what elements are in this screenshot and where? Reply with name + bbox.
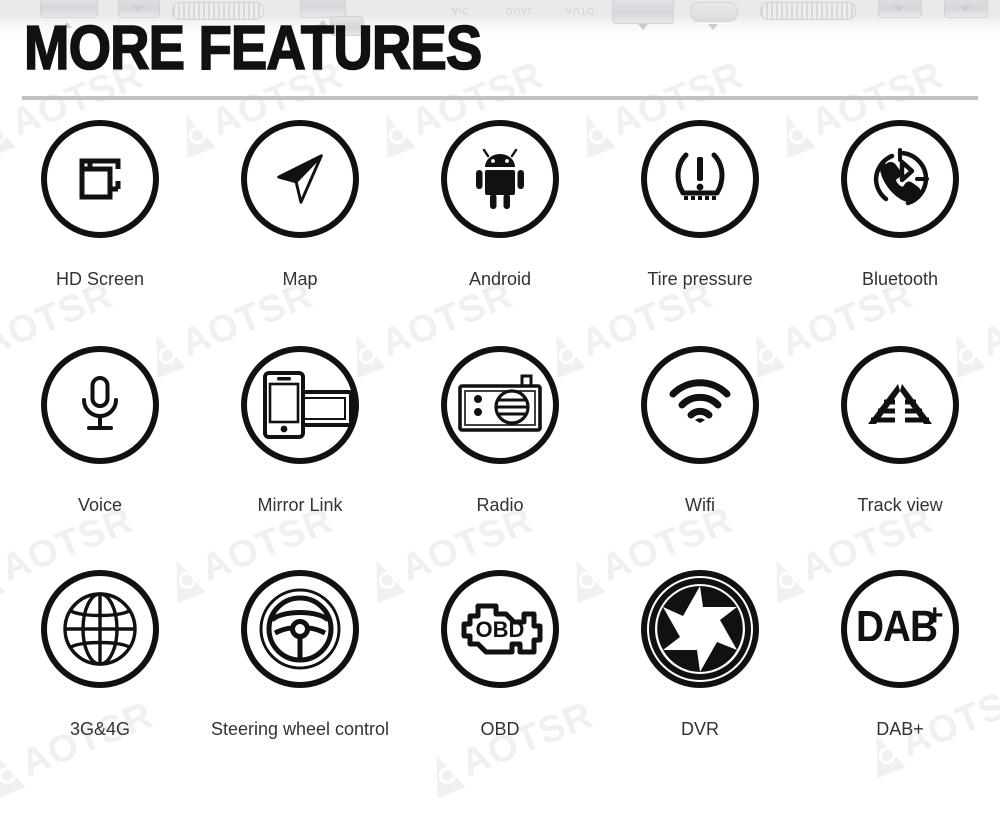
feature-item-track-view[interactable]: Track view — [800, 342, 1000, 566]
feature-item-android[interactable]: Android — [400, 118, 600, 342]
feature-item-dab-plus[interactable]: DAB + DAB+ — [800, 566, 1000, 796]
feature-item-radio[interactable]: Radio — [400, 342, 600, 566]
dash-caret-icon — [708, 24, 718, 30]
dash-button — [612, 0, 674, 24]
feature-label: 3G&4G — [69, 719, 131, 739]
feature-item-bluetooth[interactable]: Bluetooth — [800, 118, 1000, 342]
wifi-icon — [669, 379, 731, 423]
feature-icon-circle — [841, 120, 959, 238]
feature-label: DAB+ — [876, 719, 924, 739]
feature-item-voice[interactable]: Voice — [0, 342, 200, 566]
feature-icon-circle — [41, 346, 159, 464]
feature-row: Voice Mirror Link Radio Wifi Track view — [0, 342, 1000, 566]
feature-label: HD Screen — [55, 269, 145, 289]
feature-item-mirror-link[interactable]: Mirror Link — [200, 342, 400, 566]
obd-engine-icon: OBD — [461, 603, 543, 655]
feature-icon-circle — [841, 346, 959, 464]
navigation-arrow-icon — [277, 154, 323, 204]
dash-vent — [760, 2, 856, 20]
feature-row: 3G&4G Steering wheel control OBD OBD DVR… — [0, 566, 1000, 796]
feature-icon-circle — [441, 346, 559, 464]
feature-icon-circle — [441, 120, 559, 238]
feature-item-map[interactable]: Map — [200, 118, 400, 342]
feature-label: Radio — [476, 495, 524, 515]
feature-icon-circle — [641, 346, 759, 464]
feature-icon-circle — [641, 570, 759, 688]
feature-label: Android — [468, 269, 532, 289]
globe-icon — [63, 592, 137, 666]
dash-caret-icon — [133, 6, 143, 12]
radio-icon — [458, 374, 542, 432]
camera-shutter-icon — [649, 578, 751, 680]
dash-caret-icon — [894, 6, 904, 12]
feature-icon-circle: DAB + — [841, 570, 959, 688]
feature-row: HD Screen Map Android Tire pressure Blue… — [0, 118, 1000, 342]
feature-grid: HD Screen Map Android Tire pressure Blue… — [0, 118, 1000, 796]
feature-label: Track view — [857, 495, 943, 515]
page-root: A/C DUAL AUTO AOTSR AOTSR AOTSR AOTSR AO… — [0, 0, 1000, 832]
feature-icon-circle: OBD — [441, 570, 559, 688]
feature-item-obd[interactable]: OBD OBD — [400, 566, 600, 796]
svg-text:OBD: OBD — [476, 617, 525, 642]
svg-text:+: + — [926, 599, 944, 632]
feature-item-3g4g[interactable]: 3G&4G — [0, 566, 200, 796]
feature-item-dvr[interactable]: DVR — [600, 566, 800, 796]
dash-caret-icon — [638, 24, 648, 30]
dab-plus-icon: DAB + — [856, 599, 943, 651]
feature-label: Wifi — [685, 495, 715, 515]
dash-label-auto: AUTO — [566, 6, 595, 16]
dash-volume-pill — [690, 2, 738, 22]
feature-label: Voice — [77, 495, 123, 515]
feature-item-steering-wheel-control[interactable]: Steering wheel control — [200, 566, 400, 796]
tire-pressure-icon — [675, 152, 725, 200]
feature-item-wifi[interactable]: Wifi — [600, 342, 800, 566]
feature-label: DVR — [680, 719, 719, 739]
feature-item-hd-screen[interactable]: HD Screen — [0, 118, 200, 342]
feature-label: Bluetooth — [861, 269, 939, 289]
dash-caret-icon — [960, 6, 970, 12]
feature-icon-circle — [241, 120, 359, 238]
feature-label: Map — [282, 269, 318, 289]
microphone-icon — [82, 376, 118, 430]
feature-label: OBD — [480, 719, 520, 739]
feature-icon-circle — [41, 570, 159, 688]
hd-screen-icon — [79, 158, 121, 200]
page-title: MORE FEATURES — [23, 14, 483, 83]
feature-icon-circle — [641, 120, 759, 238]
steering-wheel-icon — [259, 588, 341, 670]
dash-label-dual: DUAL — [506, 6, 535, 16]
parking-track-icon — [868, 384, 932, 424]
header-divider — [22, 96, 978, 100]
phone-monitor-icon — [263, 371, 353, 439]
feature-label: Steering wheel control — [210, 719, 390, 739]
android-robot-icon — [476, 148, 524, 209]
feature-item-tire-pressure[interactable]: Tire pressure — [600, 118, 800, 342]
feature-label: Mirror Link — [257, 495, 343, 515]
feature-icon-circle — [241, 570, 359, 688]
bluetooth-phone-icon — [873, 148, 929, 206]
feature-icon-circle — [41, 120, 159, 238]
feature-icon-circle — [241, 346, 359, 464]
feature-label: Tire pressure — [647, 269, 753, 289]
